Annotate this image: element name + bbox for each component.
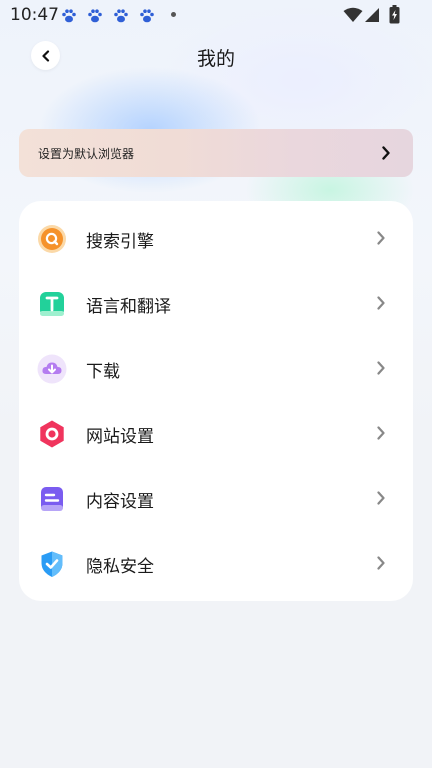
menu-item-download[interactable]: 下载	[19, 337, 413, 401]
menu-item-label: 隐私安全	[86, 557, 154, 577]
menu-item-website-settings[interactable]: 网站设置	[19, 402, 413, 466]
search-engine-icon	[38, 225, 66, 253]
menu-item-search-engine[interactable]: 搜索引擎	[19, 207, 413, 271]
status-time: 10:47	[10, 5, 59, 25]
menu-item-language-translate[interactable]: 语言和翻译	[19, 272, 413, 336]
menu-item-privacy-security[interactable]: 隐私安全	[19, 532, 413, 596]
chevron-right-icon	[377, 361, 385, 375]
download-cloud-icon	[37, 354, 67, 384]
more-notifications-dot	[171, 12, 176, 17]
chevron-right-icon	[382, 146, 390, 160]
page-title: 我的	[196, 48, 235, 70]
chevron-right-icon	[377, 556, 385, 570]
paw-icon	[140, 9, 154, 23]
chevron-right-icon	[377, 231, 385, 245]
wifi-icon	[343, 7, 363, 22]
shield-check-icon	[41, 551, 63, 577]
website-settings-icon	[40, 420, 64, 448]
set-default-browser-banner[interactable]: 设置为默认浏览器	[19, 129, 413, 177]
settings-menu-card: 搜索引擎 语言和翻译 下载 网站设置 内容设置 隐私安全	[19, 201, 413, 601]
status-bar: 10:47	[0, 0, 432, 30]
content-settings-icon	[41, 487, 63, 511]
set-default-browser-label: 设置为默认浏览器	[38, 146, 135, 161]
menu-item-label: 内容设置	[86, 492, 154, 512]
menu-item-label: 语言和翻译	[86, 297, 171, 317]
chevron-right-icon	[377, 426, 385, 440]
translate-icon	[40, 292, 64, 316]
battery-charging-icon	[389, 5, 400, 24]
paw-icon	[62, 9, 76, 23]
menu-item-content-settings[interactable]: 内容设置	[19, 467, 413, 531]
menu-item-label: 下载	[86, 362, 120, 382]
chevron-right-icon	[377, 296, 385, 310]
paw-icon	[88, 9, 102, 23]
chevron-right-icon	[377, 491, 385, 505]
signal-icon	[365, 8, 379, 22]
menu-item-label: 搜索引擎	[86, 232, 154, 252]
paw-icon	[114, 9, 128, 23]
menu-item-label: 网站设置	[86, 427, 154, 447]
